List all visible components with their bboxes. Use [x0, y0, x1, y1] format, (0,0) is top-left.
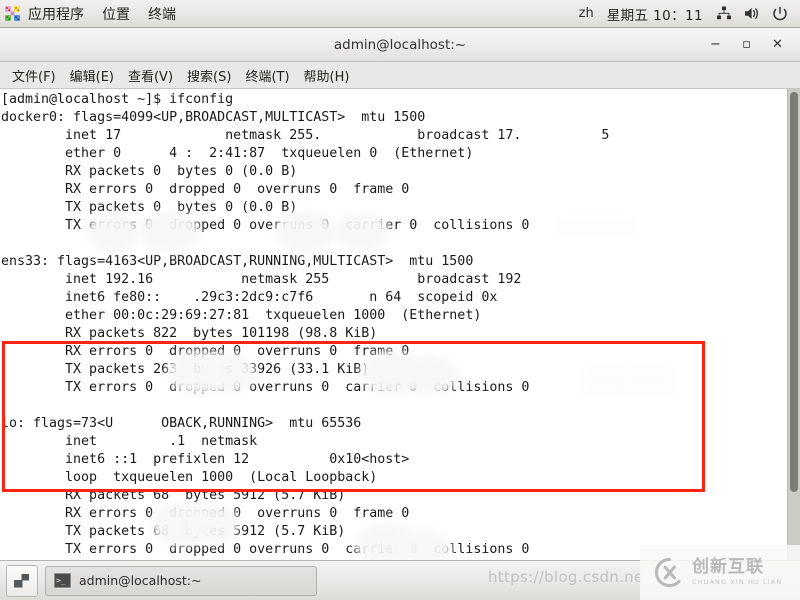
maximize-button[interactable]: ▫ [738, 36, 755, 53]
volume-icon[interactable] [741, 3, 763, 25]
terminal-menu-label: 终端 [148, 6, 176, 23]
minimize-button[interactable]: − [707, 36, 724, 53]
terminal-scrollbar[interactable] [787, 89, 800, 561]
menu-file[interactable]: 文件(F) [5, 64, 63, 87]
top-panel-menus: 应用程序 位置 终端 [0, 0, 185, 27]
terminal-icon: >_ [54, 573, 71, 588]
desktop-screen: 应用程序 位置 终端 zh 星期五 10：11 admin@localhost:… [0, 0, 800, 600]
places-menu[interactable]: 位置 [93, 0, 139, 27]
terminal-output-area[interactable]: [admin@localhost ~]$ ifconfig docker0: f… [0, 89, 800, 561]
taskbar-window-button[interactable]: >_ admin@localhost:~ [45, 565, 317, 596]
window-controls: − ▫ ✕ [707, 28, 794, 61]
scrollbar-thumb[interactable] [790, 92, 798, 492]
redaction-blur [621, 370, 675, 392]
menu-search[interactable]: 搜索(S) [180, 64, 238, 87]
input-method-indicator[interactable]: zh [573, 6, 600, 21]
window-titlebar[interactable]: admin@localhost:~ − ▫ ✕ [0, 28, 800, 62]
top-panel-tray: zh 星期五 10：11 [573, 0, 800, 27]
workspace-switcher-icon [14, 573, 29, 587]
applications-pinwheel-icon [5, 6, 20, 21]
menu-view[interactable]: 查看(V) [121, 64, 180, 87]
close-button[interactable]: ✕ [769, 36, 786, 53]
top-panel: 应用程序 位置 终端 zh 星期五 10：11 [0, 0, 800, 28]
applications-menu-label: 应用程序 [28, 6, 84, 23]
terminal-text: [admin@localhost ~]$ ifconfig docker0: f… [1, 92, 610, 557]
places-menu-label: 位置 [102, 6, 130, 23]
taskbar: >_ admin@localhost:~ [0, 560, 800, 600]
network-icon[interactable] [713, 3, 735, 25]
power-icon[interactable] [769, 3, 791, 25]
taskbar-window-label: admin@localhost:~ [79, 573, 202, 588]
menubar: 文件(F) 编辑(E) 查看(V) 搜索(S) 终端(T) 帮助(H) [0, 62, 800, 89]
clock[interactable]: 星期五 10：11 [600, 4, 710, 24]
menu-terminal[interactable]: 终端(T) [238, 64, 296, 87]
terminal-menu[interactable]: 终端 [139, 0, 185, 27]
workspace-switcher-button[interactable] [6, 564, 38, 597]
window-title: admin@localhost:~ [333, 36, 467, 53]
menu-edit[interactable]: 编辑(E) [63, 64, 121, 87]
menu-help[interactable]: 帮助(H) [297, 64, 357, 87]
applications-menu[interactable]: 应用程序 [0, 0, 93, 27]
terminal-window: admin@localhost:~ − ▫ ✕ 文件(F) 编辑(E) 查看(V… [0, 28, 800, 561]
